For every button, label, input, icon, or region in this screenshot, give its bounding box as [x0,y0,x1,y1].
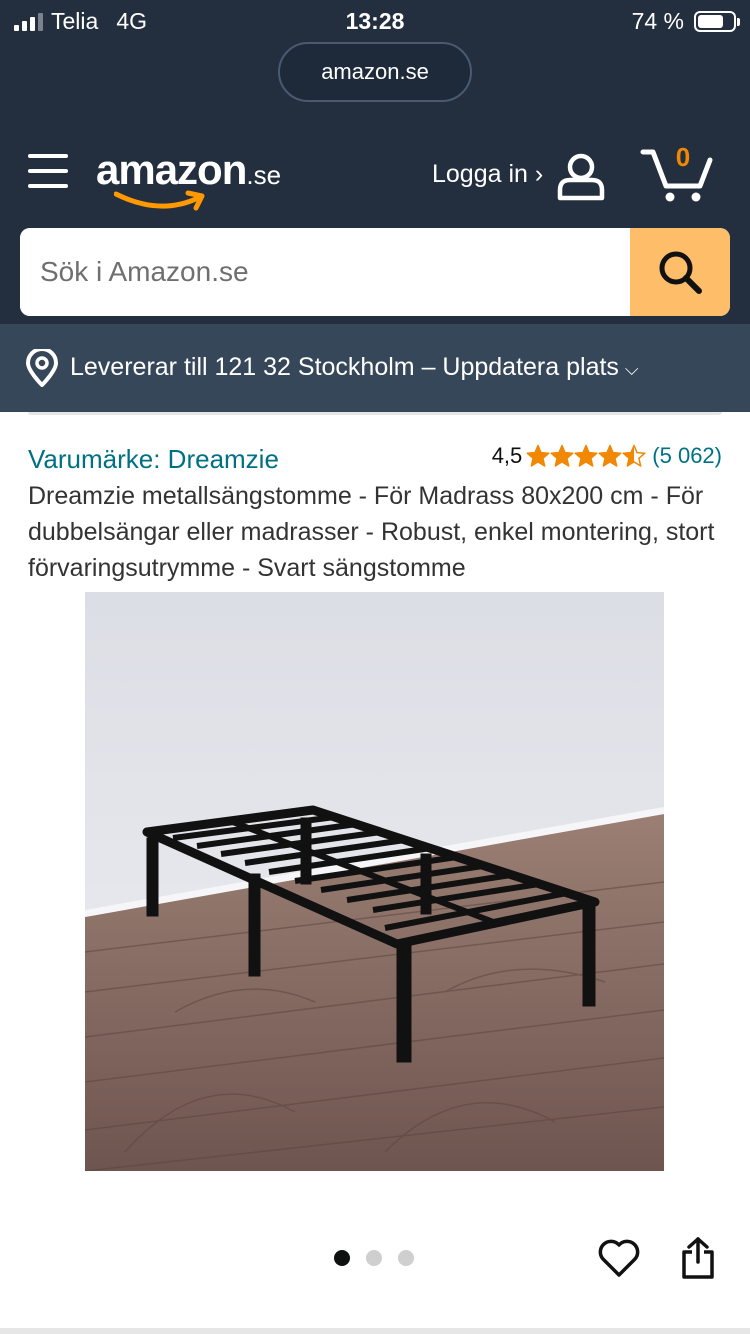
product-photo [85,592,664,1171]
delivery-location-bar[interactable]: Levererar till 121 32 Stockholm – Uppdat… [0,324,750,412]
brand-link[interactable]: Varumärke: Dreamzie [28,444,279,475]
heart-icon[interactable] [598,1238,640,1278]
share-icon[interactable] [680,1236,716,1280]
site-header: amazon.se Logga in › 0 [0,140,750,215]
address-bar[interactable]: amazon.se [278,42,472,102]
star-icon [526,444,550,467]
image-pagination[interactable] [334,1250,414,1266]
product-image[interactable] [85,592,664,1171]
rating-summary[interactable]: 4,5 (5 062) [492,443,722,469]
bottom-divider [0,1328,750,1334]
divider [28,412,722,415]
star-icon [574,444,598,467]
rating-stars [526,444,646,468]
battery-icon [694,11,740,32]
product-title: Dreamzie metallsängstomme - För Madrass … [28,482,715,582]
search-input[interactable] [20,228,630,316]
search-button[interactable] [630,228,730,316]
page-dot[interactable] [366,1250,382,1266]
star-icon [550,444,574,467]
amazon-logo[interactable]: amazon.se [96,146,282,211]
status-bar: Telia 4G 13:28 74 % [0,0,750,42]
page-dot[interactable] [334,1250,350,1266]
logo-smile-icon [114,190,205,211]
sign-in-link[interactable]: Logga in › [432,160,543,189]
user-icon[interactable] [556,152,606,202]
search-icon [659,251,702,294]
rating-count[interactable]: (5 062) [652,443,722,469]
page-dot[interactable] [398,1250,414,1266]
logo-word: amazon [96,146,247,193]
logo-tld: .se [246,160,282,190]
url-text: amazon.se [321,59,429,84]
chevron-down-icon: ⌵ [624,359,639,379]
star-icon [622,444,646,467]
search-bar [20,228,730,316]
rating-value: 4,5 [491,443,523,468]
star-icon [598,444,622,467]
cart-count-badge: 0 [675,142,691,172]
battery-percent: 74 % [631,8,684,34]
hamburger-icon[interactable] [28,154,68,190]
location-pin-icon [26,349,58,387]
delivery-text: Levererar till 121 32 Stockholm – Uppdat… [70,353,619,381]
